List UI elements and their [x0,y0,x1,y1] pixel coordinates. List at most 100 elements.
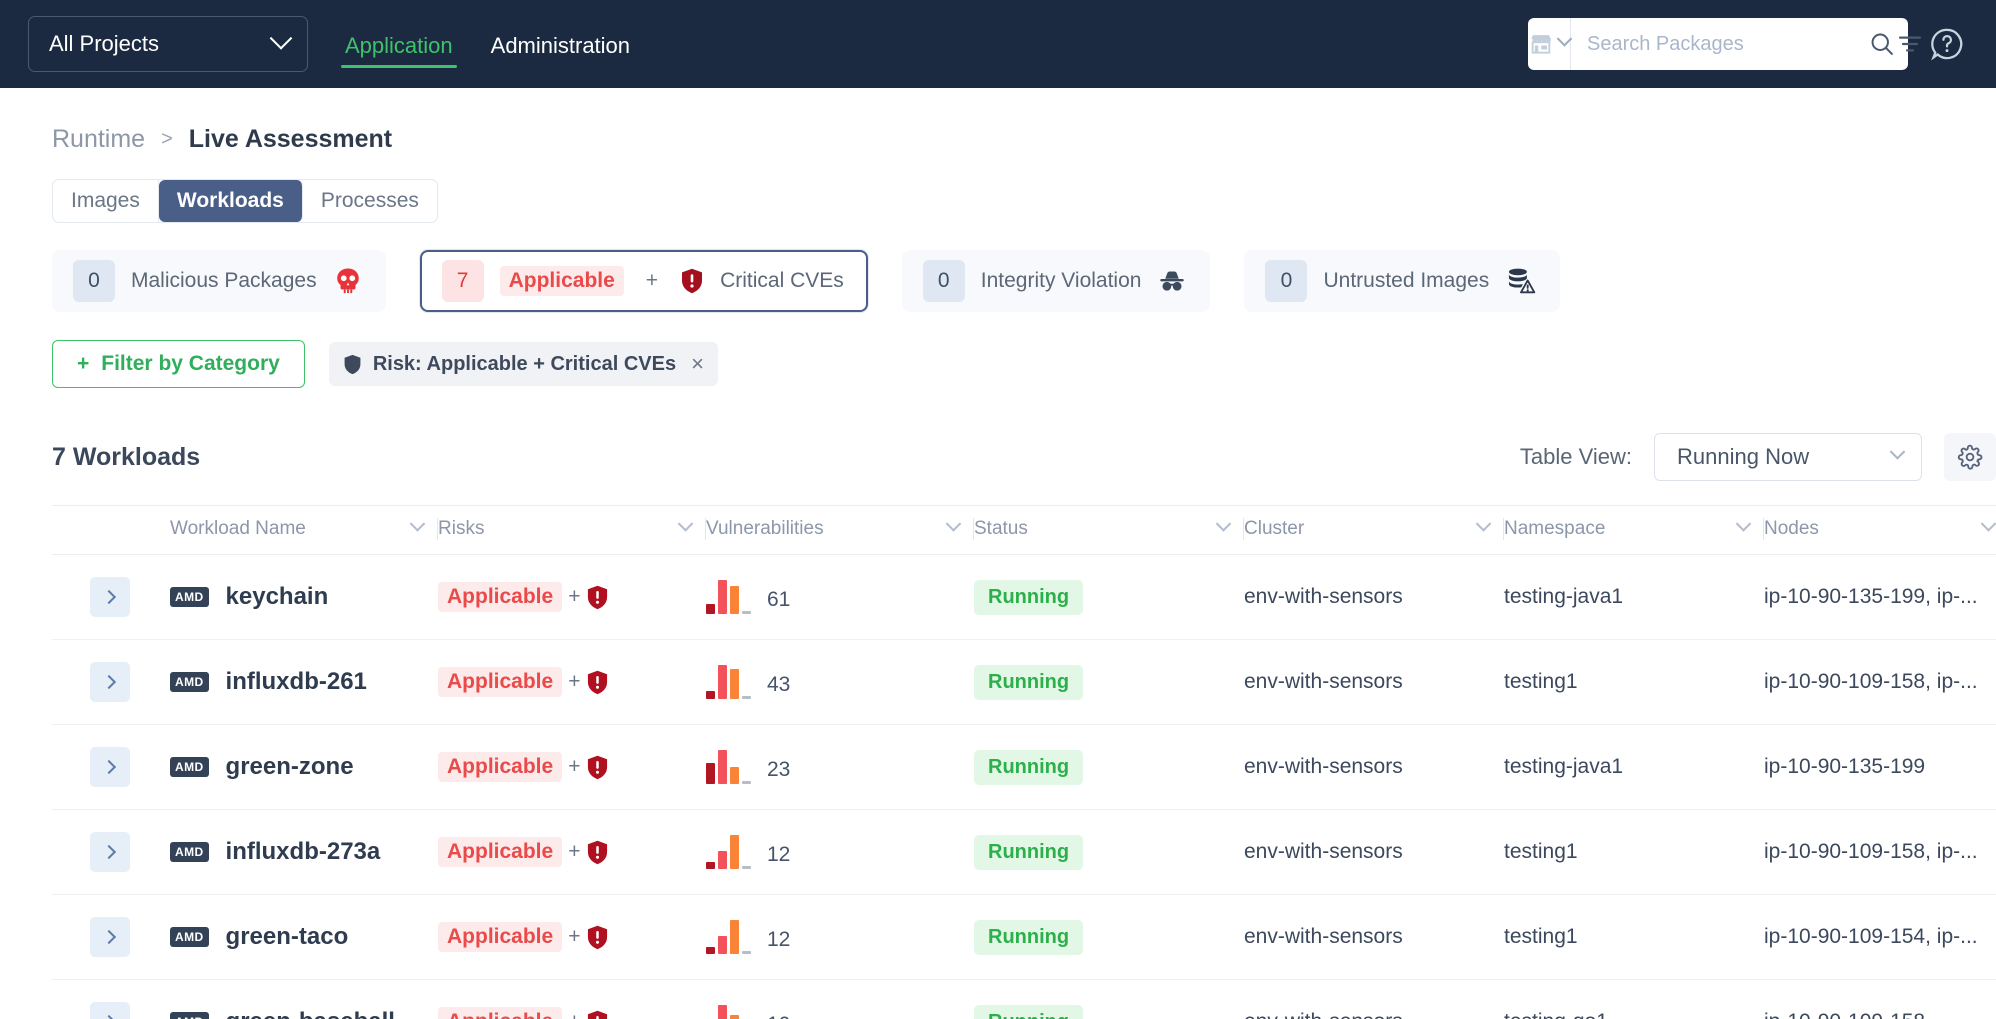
row-expand-button[interactable] [90,747,130,787]
help-button[interactable] [1928,25,1966,63]
shield-alert-icon [588,840,608,864]
column-sort-chevron-down-icon[interactable] [1980,515,1996,532]
top-navigation-bar: All Projects Application Administration [0,0,1996,88]
breadcrumb: Runtime > Live Assessment [52,88,1996,154]
risk-card-untrusted-images[interactable]: 0 Untrusted Images [1244,250,1561,312]
column-header-cluster[interactable]: Cluster [1244,515,1504,540]
column-header-label: Cluster [1244,518,1305,539]
table-row[interactable]: AMD influxdb-273a Applicable +12 Running env-… [52,809,1996,895]
row-expand-button[interactable] [90,917,130,957]
table-view-select[interactable]: Running Now [1654,433,1922,481]
chevron-right-icon [101,929,116,945]
row-expand-button[interactable] [90,577,130,617]
column-header-risks[interactable]: Risks [438,515,706,540]
tab-processes[interactable]: Processes [303,180,437,222]
table-row[interactable]: AMD green-baseball Applicable +10 Running env… [52,979,1996,1019]
severity-bar-chart [706,750,751,784]
column-sort-chevron-down-icon[interactable] [677,515,694,532]
cluster-cell: env-with-sensors [1244,585,1403,608]
risks-cell: Applicable+ [438,922,706,952]
shield-alert-icon [588,585,608,609]
tab-workloads[interactable]: Workloads [158,180,303,222]
active-filter-chip-risk[interactable]: Risk: Applicable + Critical CVEs × [328,342,718,386]
search-input[interactable] [1571,18,1868,70]
filter-row: + Filter by Category Risk: Applicable + … [52,340,1996,388]
risk-card-integrity-violation[interactable]: 0 Integrity Violation [901,250,1211,312]
skull-icon [336,268,359,294]
workload-name-link[interactable]: influxdb-261 [226,668,367,696]
column-header-namespace[interactable]: Namespace [1504,515,1764,540]
column-sort-chevron-down-icon[interactable] [409,515,426,532]
workload-name-link[interactable]: influxdb-273a [226,838,381,866]
shield-alert-icon [682,268,703,294]
nodes-cell: ip-10-90-135-199, ip-... [1764,585,1978,608]
column-sort-chevron-down-icon[interactable] [945,515,962,532]
table-row[interactable]: AMD green-zone Applicable +23 Running env-wit… [52,724,1996,810]
cluster-cell: env-with-sensors [1244,670,1403,693]
severity-bar-chart [706,1005,751,1019]
workloads-table: Workload Name Risks Vulnerabilities Status C… [52,505,1996,1019]
severity-bar-chart [706,665,751,699]
column-header-workload-name[interactable]: Workload Name [170,515,438,540]
risks-cell: Applicable+ [438,667,706,697]
table-row[interactable]: AMD influxdb-261 Applicable +43 Running env-w… [52,639,1996,725]
risks-cell: Applicable+ [438,582,706,612]
search-icon[interactable] [1868,30,1896,58]
vulnerabilities-cell: 12 [706,920,974,954]
column-sort-chevron-down-icon[interactable] [1475,515,1492,532]
vulnerability-count: 12 [767,928,791,951]
row-expand-button[interactable] [90,662,130,702]
untrusted-images-count: 0 [1265,260,1308,302]
vulnerability-count: 12 [767,843,791,866]
architecture-badge: AMD [170,587,209,607]
workload-name-link[interactable]: keychain [226,583,329,611]
table-view-controls: Table View: Running Now [1520,433,1996,481]
severity-bar [718,750,727,784]
column-header-nodes[interactable]: Nodes [1764,515,1996,540]
column-sort-chevron-down-icon[interactable] [1735,515,1752,532]
project-selector-value: All Projects [49,31,160,56]
workload-name-link[interactable]: green-zone [226,753,354,781]
tab-images[interactable]: Images [53,180,159,222]
nav-tab-administration[interactable]: Administration [487,3,634,85]
gear-icon [1957,444,1983,470]
filter-by-category-button[interactable]: + Filter by Category [52,340,305,388]
project-selector[interactable]: All Projects [28,16,308,72]
row-expand-button[interactable] [90,1002,130,1019]
column-header-vulnerabilities[interactable]: Vulnerabilities [706,515,974,540]
cluster-cell: env-with-sensors [1244,755,1403,778]
search-packages-box [1528,18,1922,70]
workload-name-cell: AMD green-baseball [170,1008,438,1019]
remove-filter-icon[interactable]: × [691,351,704,377]
risk-card-applicable-critical-cves[interactable]: 7 Applicable + Critical CVEs [419,250,868,312]
severity-bar [730,920,739,954]
severity-bar-chart [706,580,751,614]
cluster-cell: env-with-sensors [1244,1010,1403,1019]
table-settings-button[interactable] [1944,433,1996,481]
breadcrumb-runtime[interactable]: Runtime [52,125,145,154]
table-row[interactable]: AMD keychain Applicable +61 Running env-with-… [52,554,1996,640]
status-badge: Running [974,579,1084,615]
table-row[interactable]: AMD green-taco Applicable +12 Running env-wit… [52,894,1996,980]
shield-icon [344,354,361,374]
nav-tab-application[interactable]: Application [341,3,457,85]
severity-bar [742,610,751,614]
status-badge: Running [974,664,1084,700]
severity-bar [718,1005,727,1019]
filter-icon[interactable] [1896,30,1924,58]
risk-plus-sign: + [568,1010,580,1019]
status-badge: Running [974,1004,1084,1019]
column-header-status[interactable]: Status [974,515,1244,540]
risk-plus-sign: + [568,755,581,778]
column-sort-chevron-down-icon[interactable] [1215,515,1232,532]
vulnerability-count: 10 [767,1014,790,1019]
untrusted-images-label: Untrusted Images [1323,269,1490,292]
workload-name-link[interactable]: green-taco [226,923,349,951]
workload-name-cell: AMD influxdb-261 [170,668,438,696]
row-expand-button[interactable] [90,832,130,872]
store-scope-selector[interactable] [1528,18,1573,70]
critical-cves-label: Critical CVEs [720,269,844,292]
chevron-down-icon [269,27,293,50]
risk-card-malicious-packages[interactable]: 0 Malicious Packages [52,250,386,312]
workload-name-link[interactable]: green-baseball [226,1008,395,1019]
